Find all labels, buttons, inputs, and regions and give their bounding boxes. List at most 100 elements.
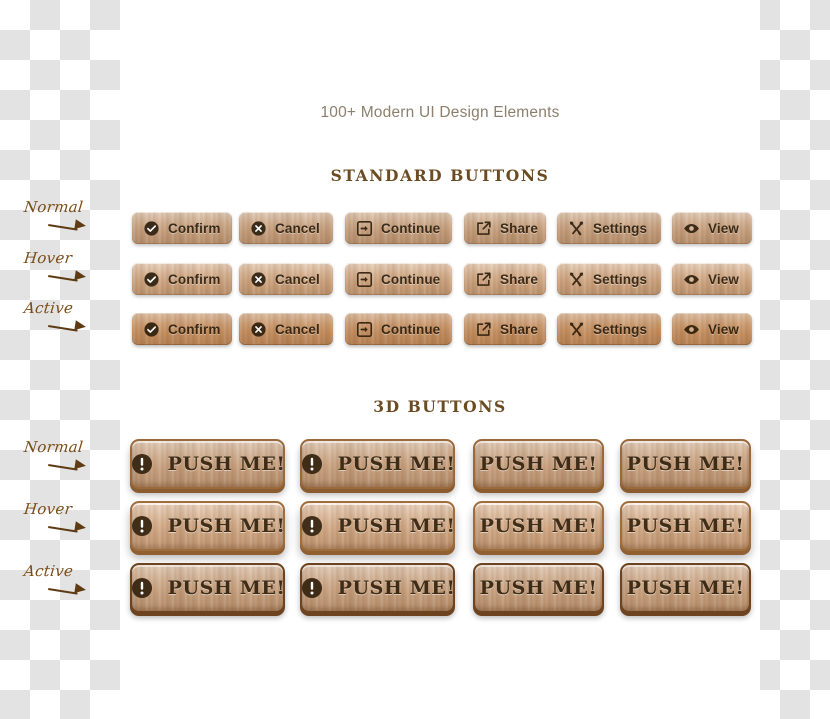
- close-circle-icon: [250, 321, 267, 338]
- button-share-active[interactable]: Share: [464, 313, 546, 345]
- button-push-me-1-normal[interactable]: PUSH ME!: [130, 439, 285, 489]
- exclamation-circle-icon: [302, 452, 324, 476]
- button-push-me-3-active[interactable]: PUSH ME!: [473, 563, 604, 613]
- arrow-right-icon: [48, 519, 88, 533]
- arrow-right-icon: [48, 318, 88, 332]
- tools-cross-icon: [568, 220, 585, 237]
- state-label-text: Active: [23, 562, 75, 580]
- arrow-right-box-icon: [356, 271, 373, 288]
- button-label: PUSH ME!: [337, 453, 455, 475]
- button-label: Cancel: [275, 220, 320, 236]
- state-label-text: Hover: [23, 249, 74, 267]
- button-settings-hover[interactable]: Settings: [557, 263, 661, 295]
- button-label: Confirm: [168, 321, 221, 337]
- button-push-me-3-hover[interactable]: PUSH ME!: [473, 501, 604, 551]
- eye-icon: [683, 321, 700, 338]
- button-label: View: [708, 321, 739, 337]
- button-continue-normal[interactable]: Continue: [345, 212, 452, 244]
- check-circle-icon: [143, 321, 160, 338]
- button-view-normal[interactable]: View: [672, 212, 752, 244]
- 3d-buttons-row-active: PUSH ME! PUSH ME! PUSH ME! PUSH ME!: [130, 563, 764, 615]
- button-cancel-hover[interactable]: Cancel: [239, 263, 333, 295]
- arrow-right-icon: [48, 457, 88, 471]
- button-label: Cancel: [275, 271, 320, 287]
- button-push-me-2-normal[interactable]: PUSH ME!: [300, 439, 455, 489]
- state-label-standard-active: Active: [12, 299, 122, 332]
- button-share-hover[interactable]: Share: [464, 263, 546, 295]
- button-label: View: [708, 220, 739, 236]
- arrow-right-icon: [48, 217, 88, 231]
- section-heading-standard-buttons: STANDARD BUTTONS: [330, 166, 550, 185]
- external-link-icon: [475, 271, 492, 288]
- button-share-normal[interactable]: Share: [464, 212, 546, 244]
- state-label-3d-active: Active: [12, 562, 122, 595]
- close-circle-icon: [250, 220, 267, 237]
- state-label-3d-hover: Hover: [12, 500, 122, 533]
- button-push-me-4-active[interactable]: PUSH ME!: [620, 563, 751, 613]
- button-label: Settings: [593, 271, 648, 287]
- page-title: 100+ Modern UI Design Elements: [320, 104, 560, 121]
- state-label-text: Hover: [23, 500, 74, 518]
- button-confirm-active[interactable]: Confirm: [132, 313, 232, 345]
- external-link-icon: [475, 220, 492, 237]
- exclamation-circle-icon: [132, 514, 154, 538]
- button-label: PUSH ME!: [626, 453, 745, 475]
- button-label: PUSH ME!: [167, 515, 285, 537]
- button-cancel-normal[interactable]: Cancel: [239, 212, 333, 244]
- button-label: PUSH ME!: [626, 515, 745, 537]
- exclamation-circle-icon: [132, 452, 154, 476]
- button-label: PUSH ME!: [337, 515, 455, 537]
- close-circle-icon: [250, 271, 267, 288]
- arrow-right-icon: [48, 268, 88, 282]
- button-label: Continue: [381, 321, 441, 337]
- button-label: PUSH ME!: [479, 453, 598, 475]
- button-push-me-1-active[interactable]: PUSH ME!: [130, 563, 285, 613]
- button-push-me-2-hover[interactable]: PUSH ME!: [300, 501, 455, 551]
- standard-buttons-row-hover: Confirm Cancel Continue Share Settings V…: [132, 263, 764, 295]
- state-label-text: Normal: [23, 438, 85, 456]
- check-circle-icon: [143, 220, 160, 237]
- state-label-text: Normal: [23, 198, 85, 216]
- exclamation-circle-icon: [302, 514, 324, 538]
- eye-icon: [683, 220, 700, 237]
- exclamation-circle-icon: [132, 576, 154, 600]
- button-view-hover[interactable]: View: [672, 263, 752, 295]
- check-circle-icon: [143, 271, 160, 288]
- button-cancel-active[interactable]: Cancel: [239, 313, 333, 345]
- button-label: Settings: [593, 220, 648, 236]
- arrow-right-box-icon: [356, 220, 373, 237]
- tools-cross-icon: [568, 321, 585, 338]
- external-link-icon: [475, 321, 492, 338]
- button-settings-normal[interactable]: Settings: [557, 212, 661, 244]
- state-label-standard-hover: Hover: [12, 249, 122, 282]
- button-label: PUSH ME!: [337, 577, 455, 599]
- button-push-me-4-hover[interactable]: PUSH ME!: [620, 501, 751, 551]
- button-confirm-hover[interactable]: Confirm: [132, 263, 232, 295]
- 3d-buttons-row-hover: PUSH ME! PUSH ME! PUSH ME! PUSH ME!: [130, 501, 764, 553]
- arrow-right-box-icon: [356, 321, 373, 338]
- arrow-right-icon: [48, 581, 88, 595]
- button-push-me-1-hover[interactable]: PUSH ME!: [130, 501, 285, 551]
- button-label: PUSH ME!: [167, 577, 285, 599]
- button-label: Confirm: [168, 271, 221, 287]
- button-continue-hover[interactable]: Continue: [345, 263, 452, 295]
- button-settings-active[interactable]: Settings: [557, 313, 661, 345]
- exclamation-circle-icon: [302, 576, 324, 600]
- button-label: Share: [500, 271, 539, 287]
- button-label: Continue: [381, 271, 441, 287]
- button-view-active[interactable]: View: [672, 313, 752, 345]
- button-push-me-2-active[interactable]: PUSH ME!: [300, 563, 455, 613]
- button-confirm-normal[interactable]: Confirm: [132, 212, 232, 244]
- button-label: Confirm: [168, 220, 221, 236]
- standard-buttons-row-normal: Confirm Cancel Continue Share Settings V…: [132, 212, 764, 244]
- button-push-me-3-normal[interactable]: PUSH ME!: [473, 439, 604, 489]
- button-label: PUSH ME!: [167, 453, 285, 475]
- button-label: Share: [500, 220, 539, 236]
- button-label: PUSH ME!: [626, 577, 745, 599]
- button-push-me-4-normal[interactable]: PUSH ME!: [620, 439, 751, 489]
- button-label: Cancel: [275, 321, 320, 337]
- button-continue-active[interactable]: Continue: [345, 313, 452, 345]
- design-sheet: 100+ Modern UI Design Elements STANDARD …: [0, 0, 830, 719]
- button-label: Continue: [381, 220, 441, 236]
- state-label-3d-normal: Normal: [12, 438, 122, 471]
